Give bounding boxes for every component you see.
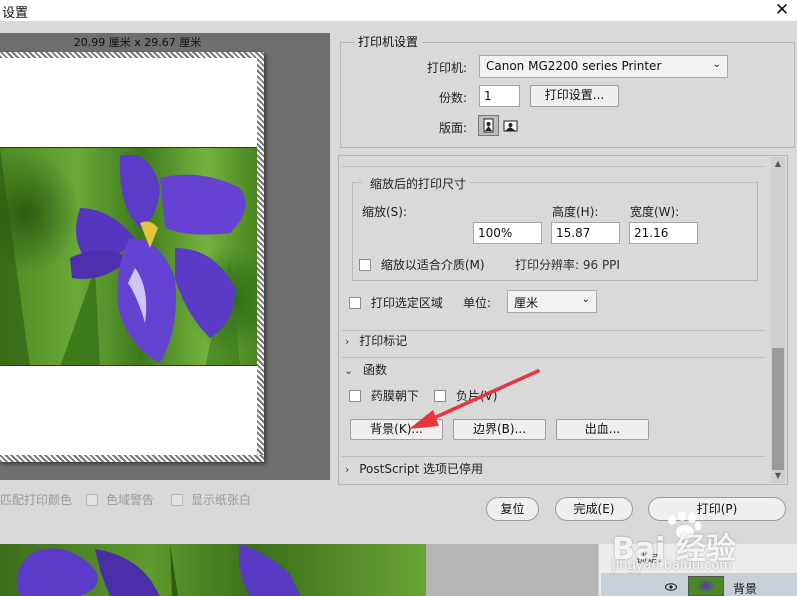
landscape-icon <box>503 120 518 132</box>
print-settings-button[interactable]: 打印设置... <box>530 85 619 107</box>
section-divider <box>342 330 765 331</box>
layer-name: 背景 <box>733 582 758 596</box>
close-icon[interactable]: ✕ <box>771 0 793 21</box>
unit-select-value: 厘米 <box>514 296 539 310</box>
scroll-up-icon[interactable]: ▲ <box>772 158 784 170</box>
watermark-url: jingyan.baidu.com <box>612 558 732 573</box>
show-paper-white-checkbox[interactable] <box>171 494 183 506</box>
copies-field[interactable]: 1 <box>479 85 520 107</box>
portrait-layout-button[interactable] <box>478 115 499 136</box>
height-label: 高度(H): <box>552 205 599 219</box>
unit-label: 单位: <box>463 296 492 310</box>
paper-margin-right <box>257 52 264 462</box>
paper-margin-top <box>0 52 264 58</box>
iris-flower-image <box>0 148 246 365</box>
chevron-right-icon: › <box>345 463 350 476</box>
annotation-arrow <box>409 369 540 429</box>
bleed-button[interactable]: 出血... <box>556 419 649 440</box>
layer-thumbnail <box>688 576 724 596</box>
paper-size-label: 20.99 厘米 x 29.67 厘米 <box>73 36 202 49</box>
copies-label: 份数: <box>439 91 468 105</box>
chevron-down-icon: ⌄ <box>344 364 354 377</box>
done-button[interactable]: 完成(E) <box>555 497 633 521</box>
functions-label: 函数 <box>363 363 388 377</box>
postscript-section-toggle[interactable]: › PostScript 选项已停用 <box>345 460 483 477</box>
scaled-size-legend: 缩放后的打印尺寸 <box>370 177 467 191</box>
height-field[interactable]: 15.87 <box>551 222 620 244</box>
print-selected-area-label: 打印选定区域 <box>370 296 443 310</box>
functions-section-toggle[interactable]: ⌄ 函数 <box>344 361 387 378</box>
gamut-warning-label: 色域警告 <box>106 493 155 507</box>
gamut-warning-option[interactable]: 色域警告 <box>86 491 154 508</box>
section-divider <box>342 357 765 358</box>
gamut-warning-checkbox[interactable] <box>86 494 98 506</box>
unit-select[interactable]: 厘米 ⌄ <box>507 290 597 313</box>
print-resolution-text: 打印分辨率: 96 PPI <box>515 258 620 272</box>
printer-settings-legend: 打印机设置 <box>354 33 423 50</box>
fit-media-label: 缩放以适合介质(M) <box>380 258 485 272</box>
print-selected-area-option[interactable]: 打印选定区域 <box>349 294 443 311</box>
iris-photo-canvas <box>16 544 300 596</box>
section-divider <box>342 456 765 457</box>
print-marks-section-toggle[interactable]: › 打印标记 <box>345 332 407 349</box>
section-divider <box>342 166 765 167</box>
scroll-down-icon[interactable]: ▼ <box>772 470 784 482</box>
landscape-layout-button[interactable] <box>501 116 520 135</box>
chevron-down-icon: ⌄ <box>712 59 721 70</box>
eye-icon[interactable] <box>665 583 677 594</box>
portrait-icon <box>483 118 494 133</box>
printer-label: 打印机: <box>427 61 468 75</box>
printer-select[interactable]: Canon MG2200 series Printer ⌄ <box>479 55 728 78</box>
match-print-colors-option[interactable]: 匹配打印颜色 <box>0 491 72 508</box>
fit-media-checkbox[interactable] <box>359 259 371 271</box>
scaled-size-border-left <box>352 182 362 183</box>
emulsion-down-checkbox[interactable] <box>349 390 361 402</box>
postscript-label: PostScript 选项已停用 <box>359 462 483 476</box>
fit-media-option[interactable]: 缩放以适合介质(M) <box>359 256 485 273</box>
paper-margin-bottom <box>0 455 264 462</box>
title-bar <box>0 0 797 22</box>
chevron-right-icon: › <box>345 335 350 348</box>
photoshop-canvas-image <box>0 544 426 596</box>
print-selected-area-checkbox[interactable] <box>349 297 361 309</box>
scaled-size-border-right <box>470 182 758 183</box>
width-field[interactable]: 21.16 <box>629 222 698 244</box>
scale-label: 缩放(S): <box>362 205 408 219</box>
reset-button[interactable]: 复位 <box>486 497 539 521</box>
show-paper-white-option[interactable]: 显示纸张白 <box>171 491 251 508</box>
window-title: 设置 <box>2 6 29 21</box>
width-label: 宽度(W): <box>630 205 680 219</box>
scale-field[interactable]: 100% <box>473 222 542 244</box>
layout-label: 版面: <box>439 121 468 135</box>
scrollbar-thumb[interactable] <box>772 348 784 470</box>
show-paper-white-label: 显示纸张白 <box>191 493 252 507</box>
chevron-down-icon: ⌄ <box>581 294 590 305</box>
preview-image[interactable] <box>0 147 257 366</box>
match-print-colors-label: 匹配打印颜色 <box>0 493 73 507</box>
print-marks-label: 打印标记 <box>359 334 408 348</box>
printer-select-value: Canon MG2200 series Printer <box>486 59 662 73</box>
